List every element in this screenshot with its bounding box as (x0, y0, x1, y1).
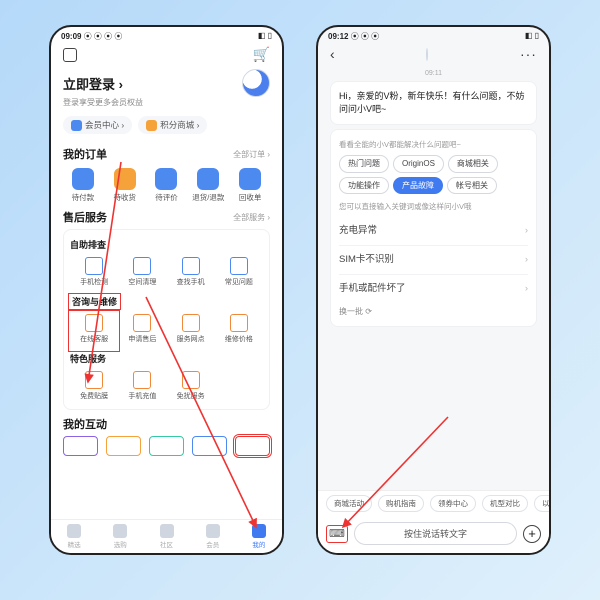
status-bar: 09:12 ⦿ ⦿ ⦿ ◧ ▯ (318, 27, 549, 42)
category-tag[interactable]: 帐号相关 (447, 177, 497, 195)
nav-item[interactable]: 精选 (51, 520, 97, 553)
back-icon[interactable]: ‹ (330, 46, 335, 62)
message-timestamp: 09:11 (318, 70, 549, 77)
order-item[interactable]: 回收单 (230, 168, 270, 203)
status-time: 09:12 (328, 32, 348, 41)
category-tag[interactable]: OriginOS (393, 155, 444, 173)
faq-item[interactable]: 充电异常› (339, 217, 528, 246)
order-item[interactable]: 待评价 (147, 168, 187, 203)
bottom-tab[interactable]: 领券中心 (430, 495, 476, 512)
order-item[interactable]: 待收货 (105, 168, 145, 203)
nav-item[interactable]: 我的 (236, 520, 282, 553)
greeting-bubble: Hi，亲爱的V粉，新年快乐！有什么问题，不妨问问小V吧~ (330, 81, 537, 125)
nav-item[interactable]: 会员 (190, 520, 236, 553)
status-time: 09:09 (61, 32, 81, 41)
orders-more[interactable]: 全部订单 › (233, 149, 270, 160)
interact-chip[interactable] (63, 436, 98, 456)
nav-item[interactable]: 社区 (143, 520, 189, 553)
service-item[interactable]: 免费贴膜 (70, 369, 118, 407)
nav-item[interactable]: 选购 (97, 520, 143, 553)
service-item[interactable]: 服务网点 (167, 312, 215, 350)
bottom-tab[interactable]: 购机指南 (378, 495, 424, 512)
service-item[interactable]: 免扰服务 (167, 369, 215, 407)
plus-icon[interactable]: + (523, 525, 541, 543)
more-icon[interactable]: ··· (520, 46, 537, 62)
orders-title: 我的订单 (63, 146, 107, 162)
phone-left: 09:09 ⦿ ⦿ ⦿ ⦿ ◧ ▯ 🛒 立即登录 › 登录享受更多会员权益 会员… (49, 25, 284, 555)
after-more[interactable]: 全部服务 › (233, 212, 270, 223)
bottom-tab[interactable]: 机型对比 (482, 495, 528, 512)
category-tag[interactable]: 热门问题 (339, 155, 389, 173)
consult-repair-title: 咨询与维修 (70, 295, 119, 308)
category-tag[interactable]: 功能操作 (339, 177, 389, 195)
bottom-tab[interactable]: 以 (534, 495, 549, 512)
category-tag[interactable]: 产品故障 (393, 177, 443, 195)
category-tag[interactable]: 商城相关 (448, 155, 498, 173)
avatar[interactable] (242, 69, 270, 97)
bottom-tab[interactable]: 商城活动 (326, 495, 372, 512)
faq-item[interactable]: 手机或配件坏了› (339, 275, 528, 303)
status-bar: 09:09 ⦿ ⦿ ⦿ ⦿ ◧ ▯ (51, 27, 282, 42)
interact-chip[interactable] (106, 436, 141, 456)
interact-chip[interactable] (149, 436, 184, 456)
options-bubble: 看看全能的小V都能解决什么问题吧~ 热门问题OriginOS商城相关功能操作产品… (330, 129, 537, 327)
member-center-pill[interactable]: 会员中心 › (63, 116, 132, 134)
points-mall-pill[interactable]: 积分商城 › (138, 116, 207, 134)
service-item[interactable]: 手机检测 (70, 255, 118, 293)
gear-icon[interactable] (63, 48, 77, 62)
refresh-link[interactable]: 换一批 ⟳ (339, 306, 372, 318)
login-title[interactable]: 立即登录 › (63, 74, 123, 93)
bot-avatar (426, 48, 428, 61)
phone-right: 09:12 ⦿ ⦿ ⦿ ◧ ▯ ‹ ··· 09:11 Hi，亲爱的V粉，新年快… (316, 25, 551, 555)
interact-chip[interactable] (192, 436, 227, 456)
cart-icon[interactable]: 🛒 (253, 46, 270, 63)
login-subtitle: 登录享受更多会员权益 (51, 97, 282, 112)
service-item[interactable]: 维修价格 (215, 312, 263, 350)
order-item[interactable]: 退货/退款 (188, 168, 228, 203)
order-item[interactable]: 待付款 (63, 168, 103, 203)
service-item[interactable]: 查找手机 (167, 255, 215, 293)
service-item[interactable]: 申请售后 (118, 312, 166, 350)
service-item[interactable]: 在线客服 (70, 312, 118, 350)
interact-chip[interactable] (235, 436, 270, 456)
interact-title: 我的互动 (63, 416, 107, 432)
after-title: 售后服务 (63, 209, 107, 225)
service-item[interactable]: 空间清理 (118, 255, 166, 293)
keyboard-icon[interactable]: ⌨ (326, 525, 348, 543)
service-item[interactable]: 手机充值 (118, 369, 166, 407)
service-item[interactable]: 常见问题 (215, 255, 263, 293)
voice-input[interactable]: 按住说话转文字 (354, 522, 517, 545)
faq-item[interactable]: SIM卡不识别› (339, 246, 528, 275)
